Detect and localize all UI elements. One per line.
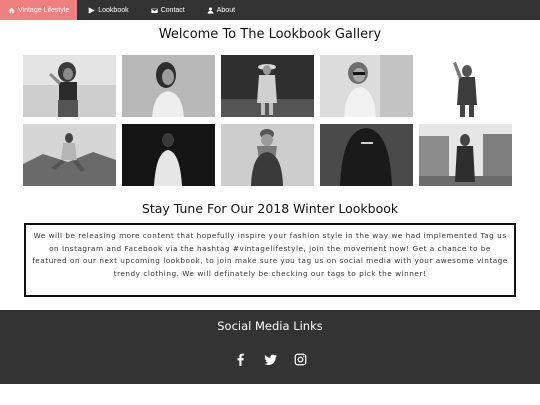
photo-man-hands-up xyxy=(419,55,512,117)
gallery-photo[interactable] xyxy=(23,55,116,117)
nav-item-vintage-lifestyle[interactable]: Vintage Lifestyle xyxy=(0,0,78,20)
photo-man-sitting-rocks xyxy=(23,124,116,186)
nav-item-label: Vintage Lifestyle xyxy=(18,6,70,14)
gallery-photo[interactable] xyxy=(320,124,413,186)
envelope-icon xyxy=(150,7,158,14)
gallery-photo[interactable] xyxy=(122,124,215,186)
social-links xyxy=(0,353,540,366)
photo-man-beanie-scarf xyxy=(221,124,314,186)
footer-title: Social Media Links xyxy=(217,319,323,333)
top-navbar: Vintage Lifestyle Lookbook Contact About xyxy=(0,0,540,20)
nav-item-lookbook[interactable]: Lookbook xyxy=(77,0,139,20)
gallery-photo[interactable] xyxy=(122,55,215,117)
announcement-box: We will be releasing more content that h… xyxy=(24,223,516,297)
gallery-photo[interactable] xyxy=(221,55,314,117)
gallery-photo[interactable] xyxy=(419,124,512,186)
nav-item-label: About xyxy=(216,6,236,14)
play-icon xyxy=(88,6,95,14)
photo-woman-sunglasses-smile xyxy=(320,55,413,117)
gallery-photo[interactable] xyxy=(419,55,512,117)
photo-woman-portrait xyxy=(122,55,215,117)
gallery-title: Welcome To The Lookbook Gallery xyxy=(158,27,382,42)
photo-man-black-tee xyxy=(320,124,413,186)
photo-man-dark-shirt xyxy=(122,124,215,186)
user-icon xyxy=(207,7,214,14)
footer: Social Media Links xyxy=(0,310,540,384)
photo-woman-hat-bag xyxy=(221,55,314,117)
nav-item-about[interactable]: About xyxy=(196,0,246,20)
nav-item-label: Contact xyxy=(160,6,185,14)
twitter-icon[interactable] xyxy=(263,353,277,366)
photo-woman-sunglasses xyxy=(23,55,116,117)
facebook-icon[interactable] xyxy=(234,353,247,366)
announcement-text: We will be releasing more content that h… xyxy=(32,231,508,278)
winter-lookbook-title: Stay Tune For Our 2018 Winter Lookbook xyxy=(141,201,399,216)
photo-man-coat-city xyxy=(419,124,512,186)
nav-item-label: Lookbook xyxy=(98,6,129,14)
gallery-photo[interactable] xyxy=(221,124,314,186)
home-icon xyxy=(8,7,15,14)
nav-item-contact[interactable]: Contact xyxy=(140,0,196,20)
gallery-photo[interactable] xyxy=(320,55,413,117)
instagram-icon[interactable] xyxy=(294,353,307,366)
gallery-photo[interactable] xyxy=(23,124,116,186)
